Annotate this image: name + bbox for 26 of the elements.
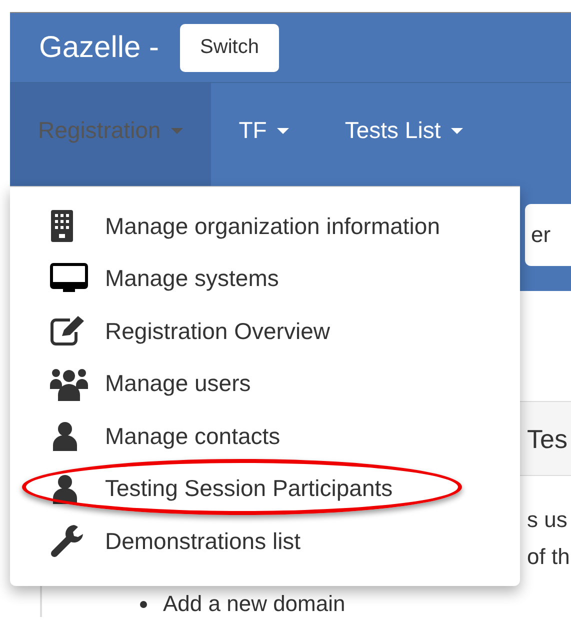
menu-item[interactable]: Manage organization information <box>50 210 440 242</box>
monitor-icon <box>50 262 88 295</box>
menu-item[interactable]: Demonstrations list <box>50 524 301 558</box>
users-icon <box>50 366 88 401</box>
toolbar-button[interactable]: er <box>525 204 571 266</box>
edit-icon <box>50 316 86 346</box>
caret-icon <box>450 128 463 134</box>
menu-item[interactable]: Testing Session Participants <box>50 474 393 504</box>
list-item-text: Add a new domain <box>163 591 346 617</box>
building-icon <box>50 210 74 242</box>
nav-menu-tab[interactable]: Tests List <box>316 83 491 186</box>
brand-title[interactable]: Gazelle - <box>39 30 160 64</box>
switch-button[interactable]: Switch <box>180 24 279 72</box>
body-text: s us <box>527 506 568 534</box>
user-icon <box>50 421 80 452</box>
nav-menu-tab[interactable]: TF <box>210 83 317 186</box>
caret-icon <box>276 128 289 134</box>
body-text: of th <box>527 543 571 571</box>
user-icon <box>50 474 80 504</box>
menu-item[interactable]: Registration Overview <box>50 316 330 346</box>
menu-item[interactable]: Manage contacts <box>50 421 280 452</box>
bullet-icon <box>140 600 147 608</box>
wrench-icon <box>50 524 84 558</box>
caret-icon <box>170 128 183 134</box>
menu-item[interactable]: Manage users <box>50 366 251 401</box>
menu-item[interactable]: Manage systems <box>50 262 279 295</box>
